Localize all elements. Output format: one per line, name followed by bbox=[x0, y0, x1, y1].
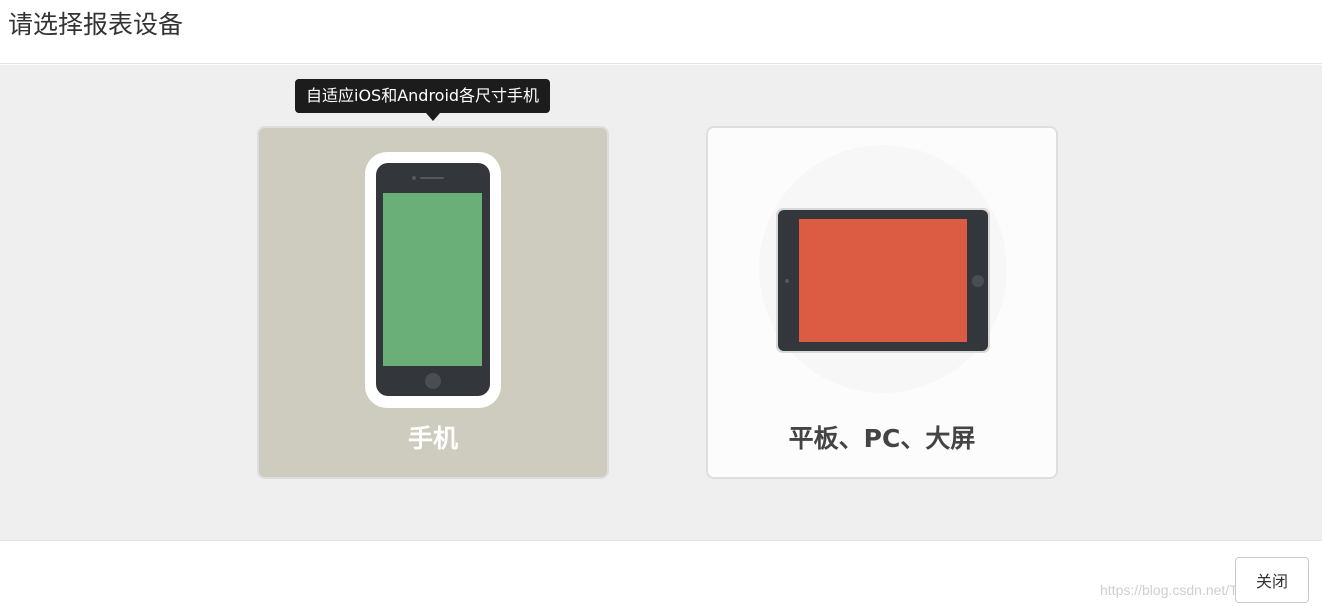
dialog-body: 自适应iOS和Android各尺寸手机 手机 平板、PC、大屏 bbox=[0, 65, 1322, 541]
tablet-option-label: 平板、PC、大屏 bbox=[788, 424, 976, 453]
tablet-icon bbox=[738, 144, 1028, 394]
dialog-header: 请选择报表设备 bbox=[0, 0, 1322, 64]
close-button[interactable]: 关闭 bbox=[1235, 557, 1309, 603]
smartphone-icon bbox=[365, 152, 501, 408]
dialog-title: 请选择报表设备 bbox=[8, 10, 184, 39]
dialog-footer: https://blog.csdn.net/Tracy785 关闭 bbox=[0, 542, 1322, 611]
phone-option-card[interactable]: 手机 bbox=[257, 126, 609, 479]
device-select-dialog: 请选择报表设备 自适应iOS和Android各尺寸手机 手机 平板、PC、大屏 … bbox=[0, 0, 1322, 611]
phone-option-label: 手机 bbox=[407, 424, 458, 453]
tablet-option-card[interactable]: 平板、PC、大屏 bbox=[706, 126, 1058, 479]
tooltip-arrow bbox=[426, 113, 440, 121]
phone-tooltip: 自适应iOS和Android各尺寸手机 bbox=[295, 79, 551, 113]
